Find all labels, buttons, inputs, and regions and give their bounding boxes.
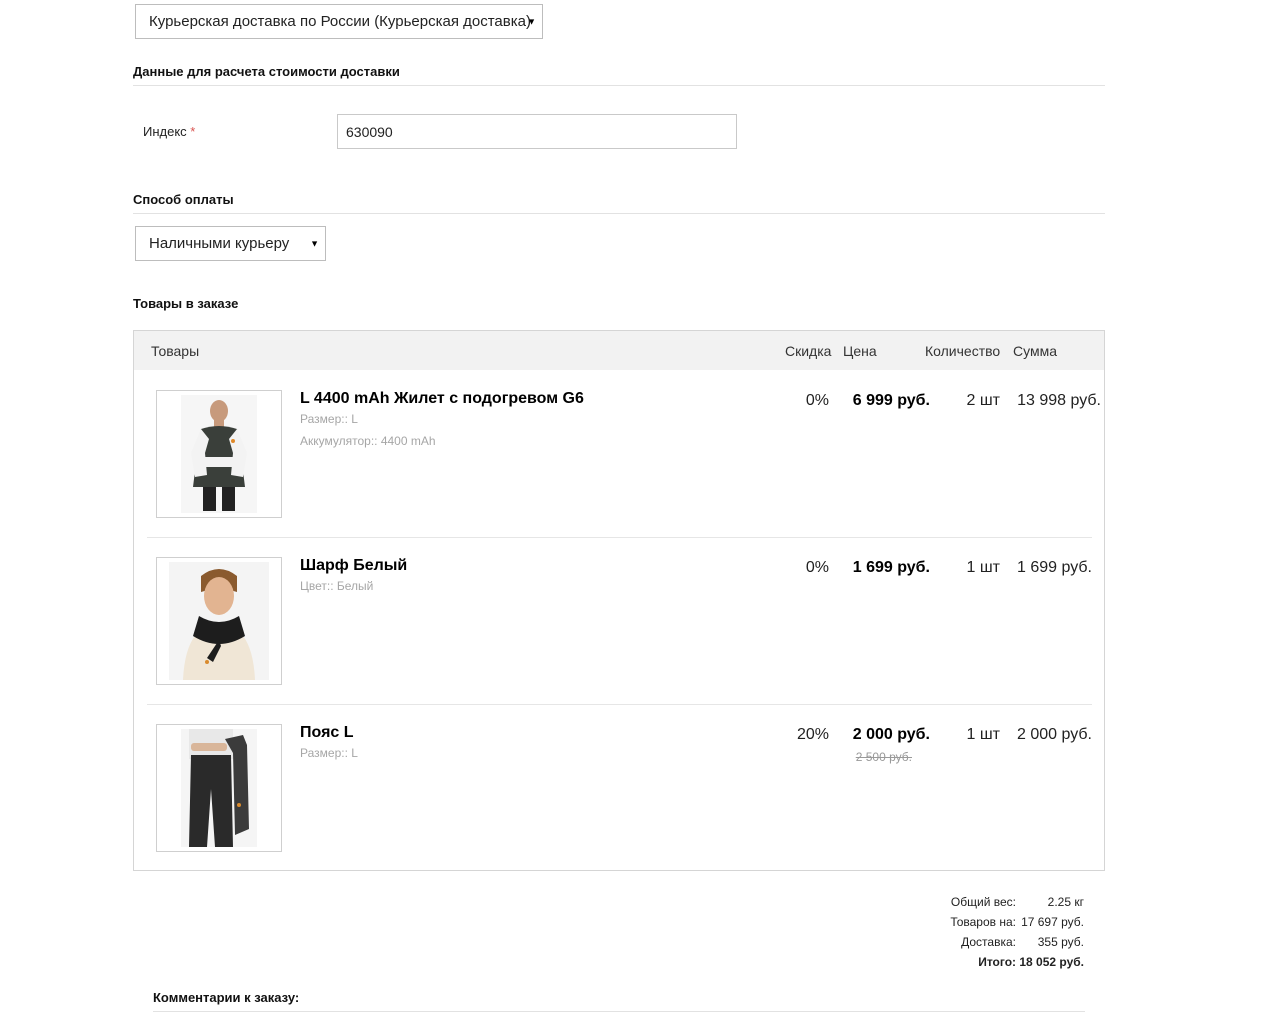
order-item: Пояс L Размер:: L 20% 2 000 руб. 2 500 р… (134, 704, 1104, 871)
payment-select[interactable]: Наличными курьеру ▼ (135, 226, 326, 261)
divider (133, 213, 1105, 214)
payment-select-value: Наличными курьеру (149, 235, 290, 252)
delivery-cost-label: Доставка: (961, 935, 1016, 949)
goods-value: 17 697 руб. (1021, 915, 1084, 929)
product-old-price: 2 500 руб. (855, 750, 912, 764)
order-table-header: Товары Скидка Цена Количество Сумма (134, 331, 1104, 370)
product-discount: 0% (805, 559, 829, 576)
order-totals: Общий вес: 2.25 кг Товаров на: 17 697 ру… (900, 893, 1085, 973)
product-qty: 1 шт (966, 559, 1000, 576)
order-item: Шарф Белый Цвет:: Белый 0% 1 699 руб. 1 … (134, 537, 1104, 704)
product-prop: Аккумулятор:: 4400 mAh (300, 434, 436, 448)
product-name[interactable]: L 4400 mAh Жилет с подогревом G6 (300, 390, 584, 408)
order-item: L 4400 mAh Жилет с подогревом G6 Размер:… (134, 370, 1104, 537)
product-image-scarf[interactable] (156, 557, 282, 685)
divider (133, 85, 1105, 86)
order-table: Товары Скидка Цена Количество Сумма L 44… (133, 330, 1105, 871)
product-sum: 2 000 руб. (1017, 726, 1092, 743)
product-image-vest[interactable] (156, 390, 282, 518)
index-label-text: Индекс (143, 124, 187, 139)
delivery-cost-value: 355 руб. (1037, 935, 1084, 949)
delivery-select-value: Курьерская доставка по России (Курьерска… (149, 13, 531, 30)
chevron-down-icon: ▼ (527, 16, 536, 26)
divider (153, 1011, 1085, 1012)
product-image-belt[interactable] (156, 724, 282, 852)
comments-title: Комментарии к заказу: (153, 990, 300, 1005)
index-label: Индекс * (143, 124, 195, 139)
col-products: Товары (151, 343, 200, 359)
product-price: 6 999 руб. (852, 392, 930, 409)
required-mark: * (190, 124, 196, 139)
order-total: Итого: 18 052 руб. (978, 955, 1084, 969)
payment-title: Способ оплаты (133, 192, 234, 207)
weight-value: 2.25 кг (1047, 895, 1084, 909)
weight-label: Общий вес: (950, 895, 1016, 909)
col-price: Цена (843, 343, 877, 359)
order-title: Товары в заказе (133, 296, 239, 311)
product-sum: 1 699 руб. (1017, 559, 1092, 576)
product-name[interactable]: Шарф Белый (300, 557, 407, 575)
delivery-select[interactable]: Курьерская доставка по России (Курьерска… (135, 4, 543, 39)
col-discount: Скидка (785, 343, 832, 359)
goods-label: Товаров на: (950, 915, 1016, 929)
product-prop: Размер:: L (300, 746, 358, 760)
product-prop: Размер:: L (300, 412, 358, 426)
col-sum: Сумма (1013, 343, 1057, 359)
delivery-calc-title: Данные для расчета стоимости доставки (133, 64, 400, 79)
product-prop: Цвет:: Белый (300, 579, 374, 593)
product-qty: 2 шт (966, 392, 1000, 409)
product-price: 2 000 руб. (852, 726, 930, 743)
col-quantity: Количество (925, 343, 1001, 359)
product-discount: 20% (796, 726, 829, 743)
product-price: 1 699 руб. (852, 559, 930, 576)
product-qty: 1 шт (966, 726, 1000, 743)
index-input[interactable] (337, 114, 737, 149)
product-name[interactable]: Пояс L (300, 724, 354, 742)
chevron-down-icon: ▼ (310, 238, 319, 248)
product-sum: 13 998 руб. (1017, 392, 1101, 409)
product-discount: 0% (805, 392, 829, 409)
